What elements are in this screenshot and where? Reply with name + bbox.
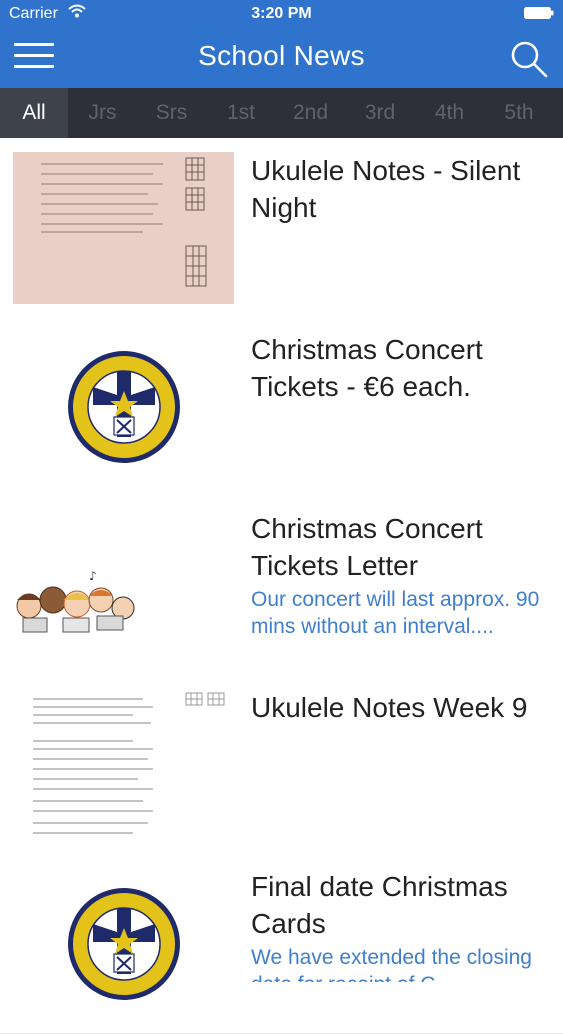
news-list: Ukulele Notes - Silent Night Christmas C… [0,138,563,1034]
news-item[interactable]: Ukulele Notes Week 9 [0,675,563,855]
sheet-music-thumbnail [13,152,234,304]
news-title: Christmas Concert Tickets Letter [251,513,483,581]
category-tab-bar: All Jrs Srs 1st 2nd 3rd 4th 5th [0,88,563,138]
status-bar: Carrier 3:20 PM [0,0,563,28]
news-title: Final date Christmas Cards [251,871,508,939]
tab-all[interactable]: All [0,88,68,138]
tab-4th[interactable]: 4th [415,88,484,138]
tab-5th[interactable]: 5th [484,88,554,138]
news-item[interactable]: Ukulele Notes - Silent Night [0,138,563,318]
news-snippet: Our concert will last approx. 90 mins wi… [251,588,540,638]
choir-thumbnail: ♪ [16,569,135,633]
sheet-music-thumbnail [13,689,234,841]
school-crest-logo [68,351,180,463]
tab-1st[interactable]: 1st [206,88,276,138]
battery-icon [524,7,554,19]
tab-2nd[interactable]: 2nd [276,88,345,138]
svg-text:♪: ♪ [89,569,97,583]
top-bar: Carrier 3:20 PM School News [0,0,563,88]
status-time: 3:20 PM [251,5,312,22]
school-crest-logo [68,888,180,1000]
news-title: Christmas Concert Tickets - €6 each. [251,334,483,402]
news-snippet: We have extended the closing date for re… [251,946,532,982]
search-icon[interactable] [510,40,548,78]
tab-jrs[interactable]: Jrs [68,88,137,138]
page-title: School News [198,40,365,71]
tab-srs[interactable]: Srs [137,88,206,138]
news-title: Ukulele Notes - Silent Night [251,155,521,223]
news-item[interactable]: Christmas Concert Tickets - €6 each. [0,317,563,497]
news-item[interactable]: Final date Christmas Cards We have exten… [0,854,563,1034]
news-title: Ukulele Notes Week 9 [251,692,528,723]
tab-3rd[interactable]: 3rd [345,88,415,138]
news-item[interactable]: ♪ Christmas Concert Tickets Letter Our c… [0,496,563,676]
